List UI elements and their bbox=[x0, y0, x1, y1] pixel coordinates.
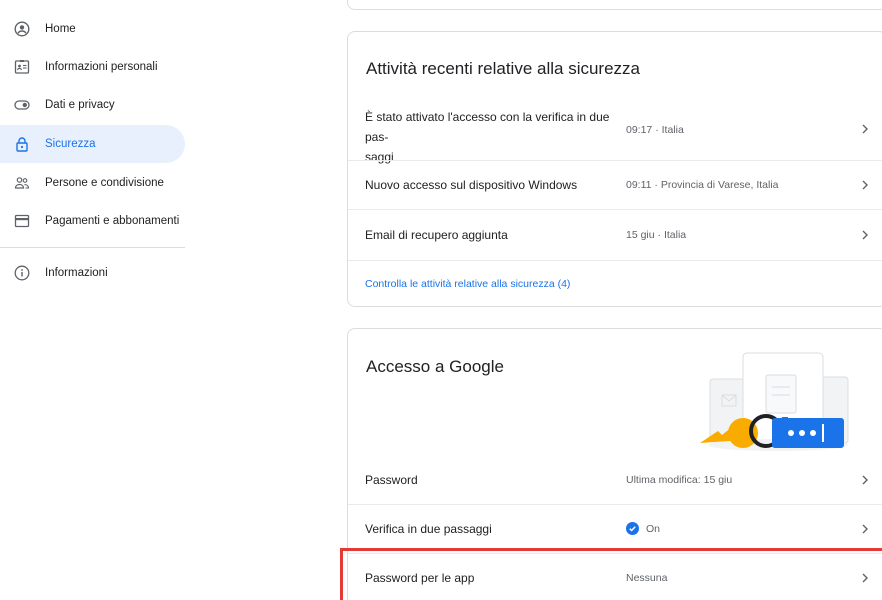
two-step-status: On bbox=[646, 522, 661, 535]
chevron-right-icon bbox=[862, 475, 868, 485]
sidebar-item-personal-info[interactable]: Informazioni personali bbox=[0, 48, 185, 86]
sidebar-item-people-sharing[interactable]: Persone e condivisione bbox=[0, 164, 185, 202]
toggle-icon bbox=[14, 97, 30, 113]
activity-row[interactable]: Nuovo accesso sul dispositivo Windows 09… bbox=[348, 161, 882, 209]
activity-label: Email di recupero aggiunta bbox=[365, 228, 508, 242]
chevron-right-icon bbox=[862, 180, 868, 190]
credit-card-icon bbox=[14, 213, 30, 229]
sidebar-item-label: Sicurezza bbox=[45, 138, 96, 150]
password-row[interactable]: Password Ultima modifica: 15 giu bbox=[348, 456, 882, 504]
activity-label: È stato attivato l'accesso con la verifi… bbox=[365, 110, 610, 164]
chevron-right-icon bbox=[862, 524, 868, 534]
sidebar-item-payments[interactable]: Pagamenti e abbonamenti bbox=[0, 202, 185, 240]
lock-icon bbox=[14, 136, 30, 152]
activity-row[interactable]: Email di recupero aggiunta 15 giu · Ital… bbox=[348, 210, 882, 260]
activity-row[interactable]: È stato attivato l'accesso con la verifi… bbox=[348, 98, 882, 164]
sidebar-divider bbox=[0, 247, 185, 248]
sidebar-item-data-privacy[interactable]: Dati e privacy bbox=[0, 86, 185, 124]
activity-label: Nuovo accesso sul dispositivo Windows bbox=[365, 178, 578, 192]
chevron-right-icon bbox=[862, 573, 868, 583]
activity-value: 09:17 · Italia bbox=[626, 124, 684, 136]
card-title: Accesso a Google bbox=[366, 357, 504, 376]
password-value: Ultima modifica: 15 giu bbox=[626, 474, 733, 486]
sidebar-item-label: Persone e condivisione bbox=[45, 177, 164, 189]
sidebar-item-label: Dati e privacy bbox=[45, 99, 115, 111]
sidebar-item-label: Informazioni personali bbox=[45, 61, 158, 73]
app-passwords-label: Password per le app bbox=[365, 571, 475, 585]
info-icon bbox=[14, 265, 30, 281]
activity-value: 15 giu · Italia bbox=[626, 229, 687, 241]
sidebar-item-label: Informazioni bbox=[45, 267, 108, 279]
sidebar-item-label: Home bbox=[45, 23, 76, 35]
two-step-label: Verifica in due passaggi bbox=[365, 522, 492, 536]
app-passwords-row[interactable]: Password per le app Nessuna bbox=[348, 554, 882, 600]
id-card-icon bbox=[14, 59, 30, 75]
people-icon bbox=[14, 175, 30, 191]
check-circle-icon bbox=[626, 522, 639, 535]
sidebar-item-about[interactable]: Informazioni bbox=[0, 254, 185, 292]
chevron-right-icon bbox=[862, 230, 868, 240]
password-label: Password bbox=[365, 473, 418, 487]
security-activity-card: Attività recenti relative alla sicurezza… bbox=[347, 31, 882, 307]
security-key-illustration bbox=[700, 352, 849, 451]
two-step-value: On bbox=[626, 522, 660, 535]
sidebar-nav: Home Informazioni personali Dati e priva… bbox=[0, 0, 188, 600]
row-divider bbox=[348, 260, 882, 261]
activity-value: 09:11 · Provincia di Varese, Italia bbox=[626, 179, 779, 191]
card-title: Attività recenti relative alla sicurezza bbox=[366, 59, 641, 78]
previous-card bbox=[347, 0, 882, 10]
google-signin-card: Accesso a Google Password Ultima modific… bbox=[347, 328, 882, 600]
sidebar-item-home[interactable]: Home bbox=[0, 10, 185, 48]
app-passwords-value: Nessuna bbox=[626, 572, 668, 584]
chevron-right-icon bbox=[862, 124, 868, 134]
account-circle-icon bbox=[14, 21, 30, 37]
sidebar-item-security[interactable]: Sicurezza bbox=[0, 125, 185, 163]
review-security-activity-link[interactable]: Controlla le attività relative alla sicu… bbox=[365, 278, 570, 290]
sidebar-item-label: Pagamenti e abbonamenti bbox=[45, 215, 180, 227]
two-step-verification-row[interactable]: Verifica in due passaggi On bbox=[348, 505, 882, 553]
